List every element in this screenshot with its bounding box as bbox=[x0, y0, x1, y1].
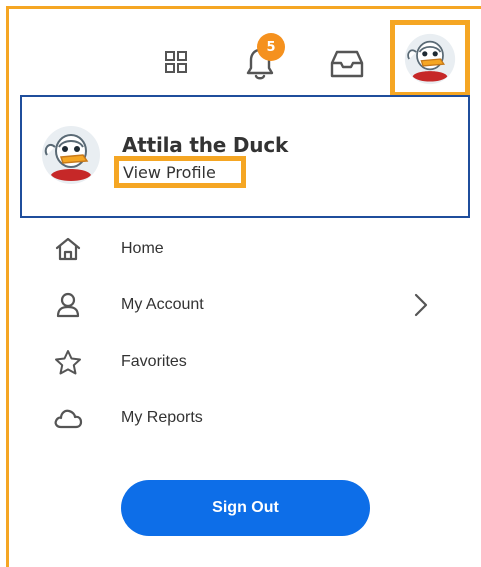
apps-grid-icon[interactable] bbox=[160, 46, 192, 78]
menu-item-label: My Account bbox=[121, 296, 204, 313]
menu-item-my-reports[interactable]: My Reports bbox=[40, 396, 450, 440]
profile-name: Attila the Duck bbox=[122, 133, 289, 157]
duck-avatar-icon bbox=[404, 33, 456, 84]
home-icon bbox=[53, 235, 83, 263]
frame-left-border bbox=[6, 6, 9, 567]
profile-menu-button[interactable] bbox=[390, 20, 470, 97]
menu-item-label: Home bbox=[121, 240, 164, 257]
inbox-icon[interactable] bbox=[327, 46, 367, 82]
duck-avatar-icon bbox=[42, 126, 100, 184]
menu-item-label: Favorites bbox=[121, 353, 187, 370]
profile-card: Attila the Duck View Profile bbox=[20, 95, 470, 218]
cloud-icon bbox=[53, 404, 83, 432]
menu-item-home[interactable]: Home bbox=[40, 227, 450, 271]
chevron-right-icon[interactable] bbox=[412, 293, 430, 317]
menu-item-my-account[interactable]: My Account bbox=[40, 283, 450, 327]
menu-item-label: My Reports bbox=[121, 409, 203, 426]
user-icon bbox=[53, 291, 83, 319]
menu-item-favorites[interactable]: Favorites bbox=[40, 340, 450, 384]
notification-badge: 5 bbox=[257, 33, 285, 61]
sign-out-button[interactable]: Sign Out bbox=[121, 480, 370, 536]
frame-top-border bbox=[6, 6, 481, 9]
star-icon bbox=[53, 348, 83, 376]
view-profile-link[interactable]: View Profile bbox=[114, 156, 246, 188]
